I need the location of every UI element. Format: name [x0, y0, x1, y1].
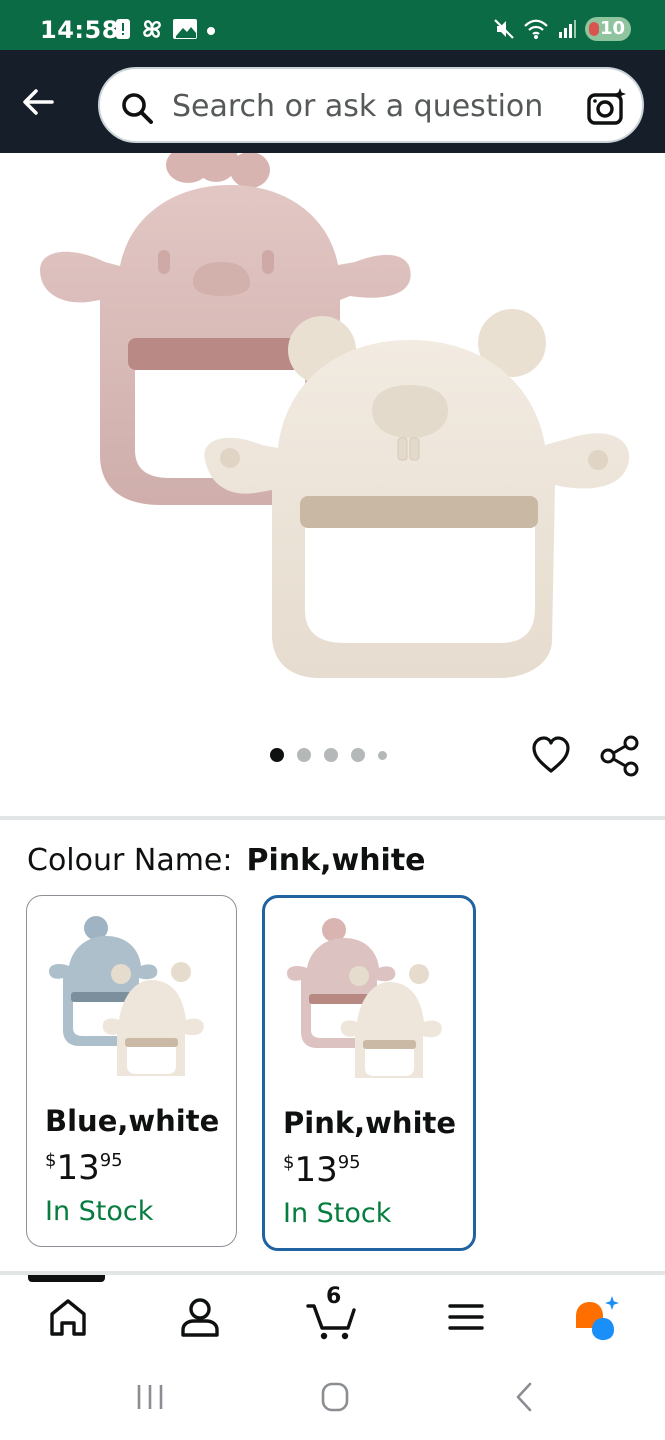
- recent-apps-icon[interactable]: [130, 1382, 170, 1412]
- colour-swatch-blue-white[interactable]: Blue,white $1395 In Stock: [26, 895, 237, 1247]
- price-currency: $: [45, 1150, 57, 1171]
- system-status-icons: 10: [493, 17, 631, 41]
- image-pager-dots[interactable]: [270, 748, 387, 762]
- swatch-price: $1395: [283, 1150, 361, 1190]
- price-currency: $: [283, 1152, 295, 1173]
- pager-dot[interactable]: [378, 750, 387, 760]
- search-input[interactable]: [172, 87, 572, 125]
- pinwheel-icon: [143, 20, 161, 38]
- pager-dot[interactable]: [297, 748, 311, 762]
- status-time: 14:58: [40, 16, 119, 44]
- price-fraction: 95: [337, 1152, 361, 1173]
- bottom-nav: 6: [0, 1282, 665, 1352]
- active-tab-indicator: [28, 1275, 105, 1282]
- stock-status: In Stock: [283, 1198, 392, 1229]
- selected-colour-value: Pink,white: [246, 843, 426, 878]
- system-back-icon[interactable]: [505, 1382, 545, 1412]
- price-whole: 13: [294, 1150, 338, 1190]
- price-whole: 13: [56, 1148, 100, 1188]
- search-header: [0, 50, 665, 153]
- signal-icon: [559, 20, 576, 38]
- search-icon: [122, 93, 153, 124]
- sim-alert-icon: [116, 19, 130, 39]
- pager-dot[interactable]: [351, 748, 365, 762]
- rufus-assistant-icon[interactable]: [570, 1292, 630, 1342]
- pager-dot[interactable]: [324, 748, 338, 762]
- battery-indicator: 10: [585, 17, 631, 41]
- cart-count-badge: 6: [326, 1284, 342, 1309]
- account-icon[interactable]: [170, 1292, 230, 1342]
- cart-button[interactable]: 6: [302, 1284, 362, 1342]
- home-icon[interactable]: [38, 1292, 98, 1342]
- camera-lens-icon[interactable]: [586, 87, 628, 127]
- search-bar[interactable]: [98, 67, 644, 143]
- mute-icon: [494, 19, 514, 39]
- colour-swatch-pink-white[interactable]: Pink,white $1395 In Stock: [262, 895, 476, 1251]
- share-icon[interactable]: [598, 734, 642, 778]
- product-image-gallery[interactable]: [0, 153, 665, 723]
- swatch-thumbnail: [49, 916, 204, 1076]
- swatch-name: Blue,white: [45, 1104, 220, 1138]
- notification-icons: [114, 17, 216, 41]
- dot-icon: [207, 27, 215, 35]
- menu-icon[interactable]: [436, 1292, 496, 1342]
- pager-dot[interactable]: [270, 748, 284, 762]
- back-arrow-icon[interactable]: [18, 82, 58, 122]
- picture-icon: [173, 19, 197, 39]
- product-photo: [40, 153, 630, 678]
- swatch-price: $1395: [45, 1148, 123, 1188]
- swatch-thumbnail: [287, 918, 442, 1078]
- section-divider: [0, 816, 665, 820]
- wifi-icon: [524, 19, 548, 39]
- status-bar: 14:58 10: [0, 0, 665, 50]
- swatch-name: Pink,white: [283, 1106, 457, 1140]
- system-home-icon[interactable]: [315, 1382, 355, 1412]
- stock-status: In Stock: [45, 1196, 154, 1227]
- android-system-nav: [0, 1352, 665, 1440]
- colour-name-label: Colour Name: Pink,white: [27, 843, 426, 878]
- price-fraction: 95: [99, 1150, 123, 1171]
- colour-label-text: Colour Name:: [27, 843, 233, 878]
- heart-icon[interactable]: [530, 734, 572, 776]
